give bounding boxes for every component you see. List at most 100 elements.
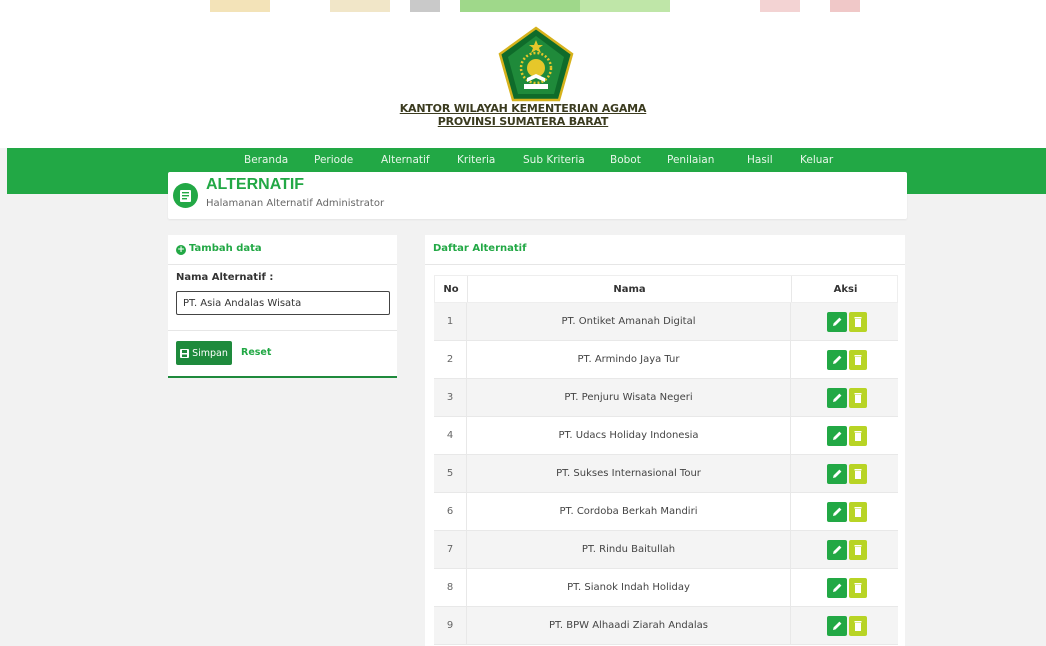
plus-circle-icon: +: [176, 245, 186, 255]
table-row: 2 PT. Armindo Jaya Tur: [434, 341, 898, 379]
cell-no: 4: [446, 430, 454, 441]
cell-no: 5: [446, 468, 454, 479]
book-icon: [173, 183, 198, 208]
pencil-icon: [833, 583, 842, 592]
delete-button[interactable]: [849, 350, 867, 370]
cell-nama: PT. Sianok Indah Holiday: [567, 582, 690, 593]
edit-button[interactable]: [827, 388, 847, 408]
cell-no: 3: [446, 392, 454, 403]
alternative-list-header: Daftar Alternatif: [425, 235, 905, 265]
trash-icon: [854, 431, 862, 441]
delete-button[interactable]: [849, 578, 867, 598]
col-header-no: No: [443, 284, 459, 295]
page-subtitle: Halamanan Alternatif Administrator: [206, 198, 385, 209]
cell-nama: PT. Udacs Holiday Indonesia: [558, 430, 699, 441]
nav-hasil[interactable]: Hasil: [747, 154, 773, 166]
nav-alternatif[interactable]: Alternatif: [381, 154, 430, 166]
header-banner-strip: [0, 0, 1046, 12]
trash-icon: [854, 583, 862, 593]
edit-button[interactable]: [827, 616, 847, 636]
cell-nama: PT. Ontiket Amanah Digital: [561, 316, 696, 327]
cell-no: 2: [446, 354, 454, 365]
card-divider: [168, 330, 397, 331]
save-button-label: Simpan: [192, 347, 228, 359]
cell-nama: PT. Rindu Baitullah: [581, 544, 676, 555]
pencil-icon: [833, 545, 842, 554]
nav-periode[interactable]: Periode: [314, 154, 353, 166]
delete-button[interactable]: [849, 464, 867, 484]
cell-no: 1: [446, 316, 454, 327]
table-row: 4 PT. Udacs Holiday Indonesia: [434, 417, 898, 455]
nav-kriteria[interactable]: Kriteria: [457, 154, 495, 166]
kemenag-logo: [498, 26, 574, 102]
cell-no: 9: [446, 620, 454, 631]
edit-button[interactable]: [827, 350, 847, 370]
office-title: KANTOR WILAYAH KEMENTERIAN AGAMA PROVINS…: [0, 102, 1046, 128]
cell-no: 8: [446, 582, 454, 593]
page-title: ALTERNATIF: [206, 176, 305, 193]
alternative-name-label: Nama Alternatif :: [176, 272, 274, 283]
add-data-card: +Tambah data Nama Alternatif : Simpan Re…: [168, 235, 397, 378]
office-title-line1: KANTOR WILAYAH KEMENTERIAN AGAMA: [399, 102, 647, 115]
pencil-icon: [833, 621, 842, 630]
alternative-name-input[interactable]: [176, 291, 390, 315]
office-title-line2: PROVINSI SUMATERA BARAT: [437, 115, 609, 128]
edit-button[interactable]: [827, 426, 847, 446]
delete-button[interactable]: [849, 312, 867, 332]
edit-button[interactable]: [827, 312, 847, 332]
save-button[interactable]: Simpan: [176, 341, 232, 365]
table-row: 8 PT. Sianok Indah Holiday: [434, 569, 898, 607]
nav-beranda[interactable]: Beranda: [244, 154, 288, 166]
delete-button[interactable]: [849, 616, 867, 636]
pencil-icon: [833, 431, 842, 440]
nav-penilaian[interactable]: Penilaian: [667, 154, 714, 166]
alternative-list-card: Daftar Alternatif No Nama Aksi 1 PT. Ont…: [425, 235, 905, 646]
table-row: 1 PT. Ontiket Amanah Digital: [434, 303, 898, 341]
delete-button[interactable]: [849, 426, 867, 446]
page-header: ALTERNATIF Halamanan Alternatif Administ…: [168, 172, 907, 219]
nav-keluar[interactable]: Keluar: [800, 154, 833, 166]
col-header-nama: Nama: [613, 284, 646, 295]
trash-icon: [854, 507, 862, 517]
nav-bobot[interactable]: Bobot: [610, 154, 641, 166]
delete-button[interactable]: [849, 540, 867, 560]
reset-link[interactable]: Reset: [241, 347, 271, 358]
pencil-icon: [833, 317, 842, 326]
table-row: 5 PT. Sukses Internasional Tour: [434, 455, 898, 493]
trash-icon: [854, 393, 862, 403]
cell-nama: PT. Armindo Jaya Tur: [577, 354, 680, 365]
col-header-aksi: Aksi: [833, 284, 858, 295]
cell-nama: PT. Sukses Internasional Tour: [556, 468, 701, 479]
edit-button[interactable]: [827, 502, 847, 522]
pencil-icon: [833, 507, 842, 516]
trash-icon: [854, 355, 862, 365]
pencil-icon: [833, 355, 842, 364]
trash-icon: [854, 317, 862, 327]
add-data-card-header: + Tambah data: [168, 235, 397, 265]
edit-button[interactable]: [827, 578, 847, 598]
floppy-disk-icon: [180, 348, 190, 358]
add-data-title: + Tambah data: [176, 243, 262, 255]
table-row: 9 PT. BPW Alhaadi Ziarah Andalas: [434, 607, 898, 645]
pencil-icon: [833, 393, 842, 402]
add-data-title-text: Tambah data: [189, 243, 262, 254]
trash-icon: [854, 621, 862, 631]
trash-icon: [854, 545, 862, 555]
cell-nama: PT. BPW Alhaadi Ziarah Andalas: [548, 620, 709, 631]
nav-sub-kriteria[interactable]: Sub Kriteria: [523, 154, 585, 166]
delete-button[interactable]: [849, 388, 867, 408]
cell-nama: PT. Cordoba Berkah Mandiri: [559, 506, 698, 517]
table-header: No Nama Aksi: [434, 275, 898, 303]
table-row: 3 PT. Penjuru Wisata Negeri: [434, 379, 898, 417]
alternative-list-title: Daftar Alternatif: [433, 243, 527, 254]
table-row: 6 PT. Cordoba Berkah Mandiri: [434, 493, 898, 531]
trash-icon: [854, 469, 862, 479]
cell-no: 6: [446, 506, 454, 517]
pencil-icon: [833, 469, 842, 478]
edit-button[interactable]: [827, 540, 847, 560]
cell-nama: PT. Penjuru Wisata Negeri: [564, 392, 693, 403]
edit-button[interactable]: [827, 464, 847, 484]
cell-no: 7: [446, 544, 454, 555]
table-row: 7 PT. Rindu Baitullah: [434, 531, 898, 569]
delete-button[interactable]: [849, 502, 867, 522]
